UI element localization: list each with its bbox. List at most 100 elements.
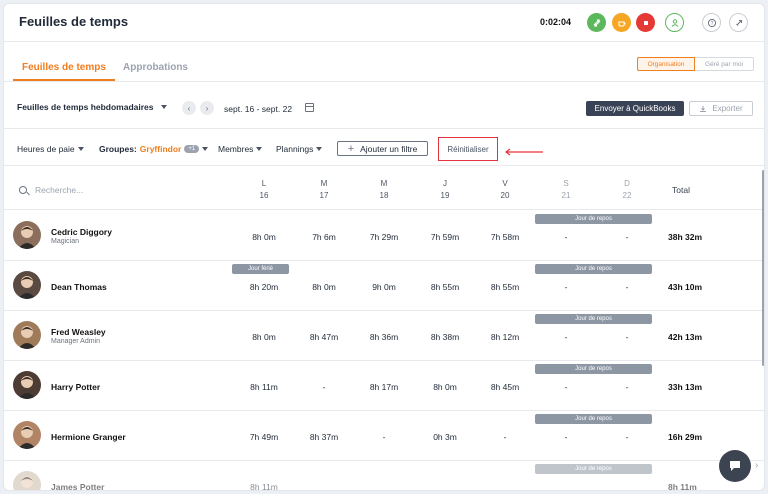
day-number: 20: [500, 191, 510, 200]
table-row[interactable]: Cedric Diggory Magician Jour de repos 8h 0m…: [4, 211, 764, 261]
send-quickbooks-button[interactable]: Envoyer à QuickBooks: [586, 101, 684, 116]
search-box[interactable]: Recherche...: [19, 185, 83, 195]
switch-arrows-icon: [593, 18, 600, 27]
rocket-button[interactable]: [729, 13, 748, 32]
time-cell[interactable]: 8h 0m: [415, 382, 475, 392]
pay-hours-filter[interactable]: Heures de paie: [17, 144, 84, 154]
day-off-tag: Jour de repos: [535, 364, 652, 374]
search-input[interactable]: Recherche...: [35, 185, 83, 195]
time-cell[interactable]: -: [354, 432, 414, 442]
avatar: [13, 221, 41, 249]
employee-name[interactable]: Hermione Granger: [51, 432, 126, 442]
time-cell[interactable]: -: [536, 232, 596, 242]
export-button[interactable]: Exporter: [689, 101, 753, 116]
time-cell[interactable]: 7h 29m: [354, 232, 414, 242]
members-filter[interactable]: Membres: [218, 144, 263, 154]
day-header: S 21: [536, 178, 596, 202]
chat-button[interactable]: [719, 450, 751, 482]
clock-user-button[interactable]: [665, 13, 684, 32]
time-cell[interactable]: -: [597, 332, 657, 342]
table-row[interactable]: Hermione Granger Jour de repos 7h 49m 8h 37…: [4, 411, 764, 461]
time-cell[interactable]: 9h 0m: [354, 282, 414, 292]
time-cell[interactable]: 8h 0m: [234, 332, 294, 342]
date-range[interactable]: sept. 16 - sept. 22: [224, 104, 292, 114]
tab-approvals[interactable]: Approbations: [123, 62, 188, 73]
scroll-right-icon[interactable]: ›: [755, 460, 758, 471]
avatar-person-icon: [18, 426, 36, 449]
day-letter: V: [502, 179, 508, 188]
plus-icon: +: [347, 142, 355, 155]
members-label: Membres: [218, 144, 254, 154]
avatar: [13, 371, 41, 399]
day-header: L 16: [234, 178, 294, 202]
table-header: Recherche... L 16 M 17 M 18 J 19 V 20 S 21 D 22 Total: [4, 167, 764, 210]
next-week-button[interactable]: ›: [200, 101, 214, 115]
reset-filters-button[interactable]: Réinitialiser: [438, 137, 498, 161]
employee-name[interactable]: Cedric Diggory: [51, 227, 112, 237]
time-cell[interactable]: 8h 37m: [294, 432, 354, 442]
time-cell[interactable]: 8h 12m: [475, 332, 535, 342]
table-row[interactable]: Dean Thomas Jour férié Jour de repos 8h 20m…: [4, 261, 764, 311]
timer-display: 0:02:04: [540, 17, 572, 27]
time-cell[interactable]: -: [536, 432, 596, 442]
time-cell[interactable]: 8h 36m: [354, 332, 414, 342]
add-filter-label: Ajouter un filtre: [360, 143, 418, 154]
managed-by-me-toggle[interactable]: Géré par moi: [695, 57, 754, 71]
table-row[interactable]: Fred Weasley Manager Admin Jour de repos 8h…: [4, 311, 764, 361]
day-letter: D: [624, 179, 630, 188]
tab-timesheets[interactable]: Feuilles de temps: [22, 62, 106, 73]
day-off-tag: Jour de repos: [535, 414, 652, 424]
time-cell[interactable]: -: [294, 382, 354, 392]
prev-week-button[interactable]: ‹: [182, 101, 196, 115]
calendar-icon[interactable]: [305, 103, 314, 112]
time-cell[interactable]: -: [536, 382, 596, 392]
time-cell[interactable]: -: [475, 432, 535, 442]
pay-hours-label: Heures de paie: [17, 144, 75, 154]
period-select[interactable]: Feuilles de temps hebdomadaires: [17, 102, 167, 112]
day-number: 16: [259, 191, 269, 200]
avatar: [13, 321, 41, 349]
time-cell[interactable]: -: [597, 282, 657, 292]
table-row[interactable]: Harry Potter Jour de repos 8h 11m -8h 17m 8h…: [4, 361, 764, 411]
switch-task-button[interactable]: [587, 13, 606, 32]
time-cell[interactable]: 8h 0m: [294, 282, 354, 292]
day-number: 17: [319, 191, 329, 200]
groups-filter[interactable]: Groupes: Gryffindor +1: [99, 144, 209, 154]
employee-name[interactable]: Fred Weasley: [51, 327, 106, 337]
day-number: 18: [379, 191, 389, 200]
time-cell[interactable]: 8h 45m: [475, 382, 535, 392]
time-cell[interactable]: 7h 59m: [415, 232, 475, 242]
time-cell[interactable]: 8h 0m: [234, 232, 294, 242]
time-cell[interactable]: 7h 49m: [234, 432, 294, 442]
vertical-scrollbar[interactable]: [762, 170, 764, 366]
plannings-label: Plannings: [276, 144, 314, 154]
break-button[interactable]: [612, 13, 631, 32]
organisation-toggle[interactable]: Organisation: [637, 57, 695, 71]
groups-extra-badge: +1: [184, 145, 200, 153]
chevron-down-icon: [256, 147, 263, 151]
time-cell[interactable]: -: [597, 432, 657, 442]
period-select-label: Feuilles de temps hebdomadaires: [17, 102, 154, 112]
time-cell[interactable]: 8h 20m: [234, 282, 294, 292]
search-icon: [19, 186, 27, 194]
time-cell[interactable]: 8h 55m: [415, 282, 475, 292]
add-filter-button[interactable]: + Ajouter un filtre: [337, 141, 428, 156]
employee-name[interactable]: Harry Potter: [51, 382, 100, 392]
plannings-filter[interactable]: Plannings: [276, 144, 323, 154]
time-cell[interactable]: 8h 11m: [234, 382, 294, 392]
employee-name[interactable]: Dean Thomas: [51, 282, 107, 292]
time-cell[interactable]: 8h 47m: [294, 332, 354, 342]
help-button[interactable]: ?: [702, 13, 721, 32]
avatar-person-icon: [18, 226, 36, 249]
stop-timer-button[interactable]: [636, 13, 655, 32]
time-cell[interactable]: 8h 38m: [415, 332, 475, 342]
time-cell[interactable]: -: [536, 332, 596, 342]
time-cell[interactable]: -: [597, 382, 657, 392]
time-cell[interactable]: 7h 58m: [475, 232, 535, 242]
time-cell[interactable]: -: [597, 232, 657, 242]
time-cell[interactable]: -: [536, 282, 596, 292]
time-cell[interactable]: 7h 6m: [294, 232, 354, 242]
time-cell[interactable]: 0h 3m: [415, 432, 475, 442]
time-cell[interactable]: 8h 17m: [354, 382, 414, 392]
time-cell[interactable]: 8h 55m: [475, 282, 535, 292]
